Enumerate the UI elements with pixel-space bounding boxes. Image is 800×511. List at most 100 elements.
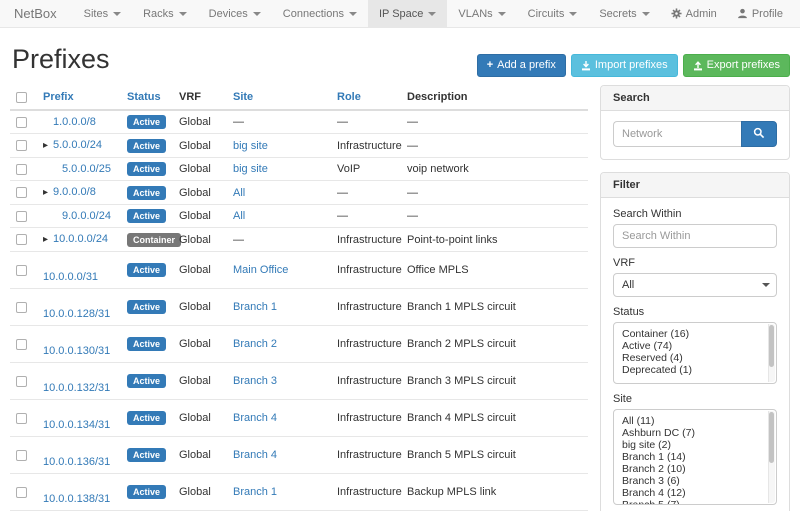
site-link[interactable]: big site [233,163,268,175]
status-option[interactable]: Container (16) [614,328,776,340]
site-cell: Branch 4 [227,437,331,474]
site-option[interactable]: Branch 4 (12) [614,487,776,499]
status-badge: Active [127,485,166,499]
vrf-select[interactable]: All [613,273,777,297]
nav-item-connections[interactable]: Connections [272,0,368,27]
prefix-link[interactable]: 10.0.0.130/31 [43,345,110,357]
site-option[interactable]: Branch 1 (14) [614,451,776,463]
search-button[interactable] [741,121,777,147]
column-sort-link-role[interactable]: Role [337,91,361,103]
row-checkbox[interactable] [16,450,27,461]
site-link[interactable]: Branch 4 [233,412,277,424]
import-prefixes-button[interactable]: Import prefixes [571,54,678,77]
nav-item-sites[interactable]: Sites [73,0,132,27]
site-link[interactable]: All [233,187,245,199]
prefix-cell: 10.0.0.138/31 [37,474,121,511]
scrollbar[interactable] [768,411,775,503]
nav-item-devices[interactable]: Devices [198,0,272,27]
row-checkbox[interactable] [16,339,27,350]
column-sort-link-prefix[interactable]: Prefix [43,91,74,103]
prefix-link[interactable]: 5.0.0.0/24 [53,139,102,151]
vrf-value: Global [179,449,211,461]
prefix-link[interactable]: 10.0.0.132/31 [43,382,110,394]
prefix-link[interactable]: 10.0.0.134/31 [43,419,110,431]
indent [43,487,52,488]
vrf-value: Global [179,264,211,276]
row-checkbox-cell [10,289,37,326]
expand-icon[interactable]: ▸ [43,139,53,153]
status-option[interactable]: Reserved (4) [614,352,776,364]
prefix-cell: 10.0.0.128/31 [37,289,121,326]
expand-icon[interactable]: ▸ [43,186,53,200]
site-link[interactable]: Branch 1 [233,486,277,498]
site-option[interactable]: All (11) [614,415,776,427]
site-listbox[interactable]: All (11)Ashburn DC (7)big site (2)Branch… [613,409,777,505]
row-checkbox[interactable] [16,413,27,424]
role-cell: Infrastructure [331,363,401,400]
nav-item-label: Admin [686,8,717,20]
nav-item-log-out[interactable]: Log out [793,0,800,27]
column-sort-link-site[interactable]: Site [233,91,253,103]
expand-icon[interactable]: ▸ [43,233,53,247]
prefix-link[interactable]: 5.0.0.0/25 [62,163,111,175]
row-checkbox[interactable] [16,265,27,276]
site-link[interactable]: Branch 2 [233,338,277,350]
column-sort-link-status[interactable]: Status [127,91,161,103]
site-option[interactable]: big site (2) [614,439,776,451]
row-checkbox[interactable] [16,302,27,313]
nav-item-ip-space[interactable]: IP Space [368,0,447,27]
nav-item-label: Connections [283,8,344,20]
prefix-link[interactable]: 9.0.0.0/24 [62,210,111,222]
row-checkbox[interactable] [16,487,27,498]
prefix-link[interactable]: 10.0.0.128/31 [43,308,110,320]
search-input[interactable] [613,121,741,147]
site-link[interactable]: big site [233,140,268,152]
prefix-link[interactable]: 10.0.0.0/24 [53,233,108,245]
nav-item-admin[interactable]: Admin [661,0,727,27]
row-checkbox[interactable] [16,211,27,222]
brand-logo[interactable]: NetBox [14,0,57,27]
prefix-link[interactable]: 10.0.0.0/31 [43,271,98,283]
row-checkbox[interactable] [16,187,27,198]
status-badge: Active [127,374,166,388]
prefix-link[interactable]: 1.0.0.0/8 [53,116,96,128]
site-link[interactable]: Branch 4 [233,449,277,461]
site-link[interactable]: All [233,210,245,222]
site-option[interactable]: Branch 2 (10) [614,463,776,475]
gear-icon [671,8,682,19]
prefix-link[interactable]: 10.0.0.136/31 [43,456,110,468]
site-option[interactable]: Branch 5 (7) [614,499,776,505]
row-checkbox[interactable] [16,117,27,128]
scrollbar[interactable] [768,324,775,382]
prefix-link[interactable]: 10.0.0.138/31 [43,493,110,505]
row-checkbox[interactable] [16,234,27,245]
site-link[interactable]: Branch 3 [233,375,277,387]
site-cell: All [227,181,331,205]
row-checkbox[interactable] [16,140,27,151]
status-option[interactable]: Deprecated (1) [614,364,776,376]
column-header-role: Role [331,85,401,110]
status-option[interactable]: Active (74) [614,340,776,352]
row-checkbox-cell [10,134,37,158]
search-within-input[interactable] [613,224,777,248]
site-option[interactable]: Ashburn DC (7) [614,427,776,439]
prefix-link[interactable]: 9.0.0.0/8 [53,186,96,198]
vrf-value: Global [179,187,211,199]
site-option[interactable]: Branch 3 (6) [614,475,776,487]
add-prefix-button[interactable]: + Add a prefix [477,54,566,77]
select-all-checkbox[interactable] [16,92,27,103]
site-link[interactable]: Main Office [233,264,288,276]
nav-item-vlans[interactable]: VLANs [447,0,516,27]
prefix-cell: 10.0.0.132/31 [37,363,121,400]
role-value: Infrastructure [337,375,402,387]
nav-item-racks[interactable]: Racks [132,0,198,27]
nav-item-circuits[interactable]: Circuits [517,0,589,27]
export-prefixes-button[interactable]: Export prefixes [683,54,790,77]
row-checkbox[interactable] [16,376,27,387]
status-cell: Container [121,228,173,252]
nav-item-secrets[interactable]: Secrets [588,0,660,27]
site-link[interactable]: Branch 1 [233,301,277,313]
nav-item-profile[interactable]: Profile [727,0,793,27]
status-listbox[interactable]: Container (16)Active (74)Reserved (4)Dep… [613,322,777,384]
row-checkbox[interactable] [16,164,27,175]
